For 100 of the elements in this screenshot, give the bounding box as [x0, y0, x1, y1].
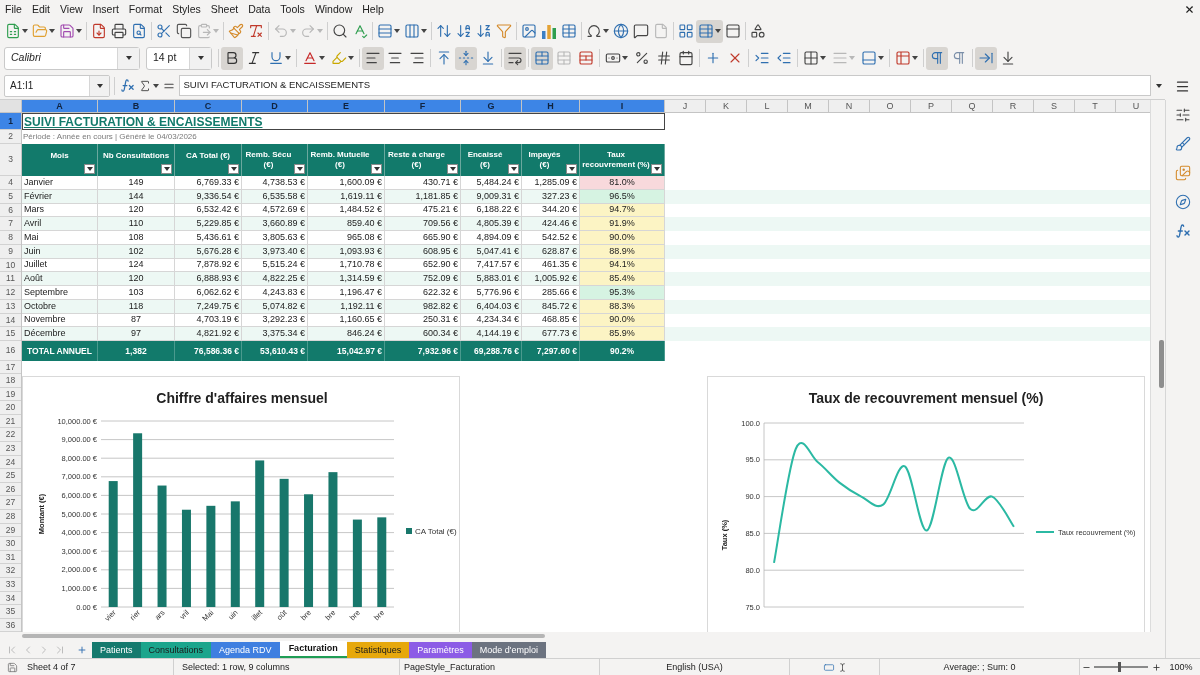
filter-dropdown-button[interactable] — [447, 164, 458, 174]
row-header[interactable]: 5 — [0, 189, 21, 204]
bold-button[interactable] — [221, 46, 243, 70]
styles-button[interactable] — [1174, 135, 1192, 153]
center-vertically-button[interactable] — [455, 46, 477, 70]
filter-dropdown-button[interactable] — [508, 164, 519, 174]
row-header[interactable]: 6 — [0, 203, 21, 218]
filter-dropdown-button[interactable] — [651, 164, 662, 174]
properties-button[interactable] — [1174, 106, 1192, 124]
row-header[interactable]: 35 — [0, 605, 21, 619]
menu-item[interactable]: View — [55, 3, 88, 15]
row-header[interactable]: 4 — [0, 176, 21, 190]
close-document-button[interactable] — [1183, 3, 1195, 15]
menu-item[interactable]: Styles — [167, 3, 206, 15]
sheet-tab[interactable]: Facturation — [279, 641, 347, 658]
table-cell: 982.82 € — [385, 299, 461, 314]
row-header[interactable]: 1 — [0, 113, 21, 130]
scrollbar-thumb[interactable] — [1159, 340, 1164, 388]
vertical-scrollbar[interactable] — [1150, 100, 1165, 632]
font-size-combobox[interactable]: 14 pt — [146, 46, 212, 70]
row-header[interactable]: 7 — [0, 217, 21, 231]
menu-item[interactable]: Format — [123, 3, 168, 15]
dropdown-button[interactable] — [189, 47, 211, 69]
formula-input-field[interactable]: SUIVI FACTURATION & ENCAISSEMENTS — [178, 75, 1151, 96]
menu-item[interactable]: Insert — [87, 3, 124, 15]
column-header[interactable]: B — [98, 100, 175, 112]
row-header[interactable]: 19 — [0, 387, 21, 402]
sheet-tab[interactable]: Mode d'emploi — [471, 642, 546, 658]
column-header[interactable]: E — [308, 100, 385, 112]
row-header[interactable]: 26 — [0, 482, 21, 497]
row-header[interactable]: 9 — [0, 244, 21, 259]
filter-dropdown-button[interactable] — [84, 164, 95, 174]
dropdown-button[interactable] — [117, 47, 139, 69]
menu-item[interactable]: File — [0, 3, 27, 15]
column-header[interactable]: A — [22, 100, 98, 112]
filter-dropdown-button[interactable] — [161, 164, 172, 174]
align-left-icon — [365, 50, 381, 66]
scrollbar-thumb[interactable] — [22, 634, 545, 638]
row-header[interactable]: 14 — [0, 313, 21, 328]
sheet-tab[interactable]: Consultations — [140, 642, 212, 658]
column-header[interactable]: G — [461, 100, 522, 112]
row-header[interactable]: 33 — [0, 577, 21, 592]
column-header[interactable]: F — [385, 100, 461, 112]
row-header[interactable]: 34 — [0, 591, 21, 606]
gallery-button[interactable] — [1174, 164, 1192, 182]
left-to-right-button[interactable] — [926, 46, 948, 70]
column-header[interactable]: I — [580, 100, 665, 112]
row-header[interactable]: 21 — [0, 414, 21, 429]
row-header[interactable]: 15 — [0, 327, 21, 341]
row-header[interactable]: 25 — [0, 469, 21, 483]
navigator-button[interactable] — [1174, 193, 1192, 211]
dropdown-button[interactable] — [89, 75, 109, 96]
row-header[interactable]: 24 — [0, 455, 21, 470]
menu-item[interactable]: Data — [243, 3, 276, 15]
column-header[interactable]: C — [175, 100, 242, 112]
row-header[interactable]: 12 — [0, 286, 21, 300]
row-header[interactable]: 22 — [0, 428, 21, 442]
menu-item[interactable]: Edit — [26, 3, 55, 15]
row-header[interactable]: 11 — [0, 272, 21, 286]
sheet-tab[interactable]: Statistiques — [346, 642, 410, 658]
wrap-text-button[interactable] — [504, 46, 526, 70]
row-header[interactable]: 23 — [0, 441, 21, 456]
row-header[interactable]: 17 — [0, 361, 21, 374]
row-header[interactable]: 16 — [0, 341, 21, 361]
row-header[interactable]: 10 — [0, 258, 21, 273]
row-header[interactable]: 8 — [0, 231, 21, 245]
menu-item[interactable]: Window — [309, 3, 358, 15]
row-header[interactable]: 32 — [0, 564, 21, 578]
scissors-icon — [156, 23, 172, 39]
filter-dropdown-button[interactable] — [371, 164, 382, 174]
sheet-tab[interactable]: Paramètres — [409, 642, 472, 658]
row-header[interactable]: 18 — [0, 374, 21, 388]
menu-item[interactable]: Help — [357, 3, 389, 15]
filter-dropdown-button[interactable] — [228, 164, 239, 174]
row-header[interactable]: 20 — [0, 401, 21, 415]
arrow-down-to-line-icon — [1000, 50, 1016, 66]
row-header[interactable]: 28 — [0, 509, 21, 524]
text-left-to-right-button[interactable] — [975, 46, 997, 70]
row-header[interactable]: 13 — [0, 299, 21, 314]
row-header[interactable]: 30 — [0, 537, 21, 551]
column-header[interactable]: D — [242, 100, 308, 112]
row-header[interactable]: 29 — [0, 523, 21, 538]
filter-dropdown-button[interactable] — [566, 164, 577, 174]
freeze-button[interactable] — [696, 19, 723, 43]
sheet-tab[interactable]: Patients — [92, 642, 141, 658]
menu-item[interactable]: Sheet — [205, 3, 244, 15]
menu-item[interactable]: Tools — [275, 3, 310, 15]
merge-center-button[interactable] — [531, 46, 553, 70]
sheet-tab[interactable]: Agenda RDV — [211, 642, 280, 658]
font-name-combobox[interactable]: Calibri — [4, 46, 140, 70]
filter-dropdown-button[interactable] — [294, 164, 305, 174]
column-header[interactable]: H — [522, 100, 580, 112]
row-header[interactable]: 27 — [0, 496, 21, 510]
align-left-button[interactable] — [362, 46, 384, 70]
functions-button[interactable] — [1174, 222, 1192, 240]
row-header[interactable]: 31 — [0, 550, 21, 565]
name-box-combobox[interactable]: A1:I1 — [4, 74, 110, 97]
zoom-slider-thumb[interactable] — [1117, 662, 1121, 672]
row-header[interactable]: 2 — [0, 130, 21, 144]
row-header[interactable]: 3 — [0, 144, 21, 176]
